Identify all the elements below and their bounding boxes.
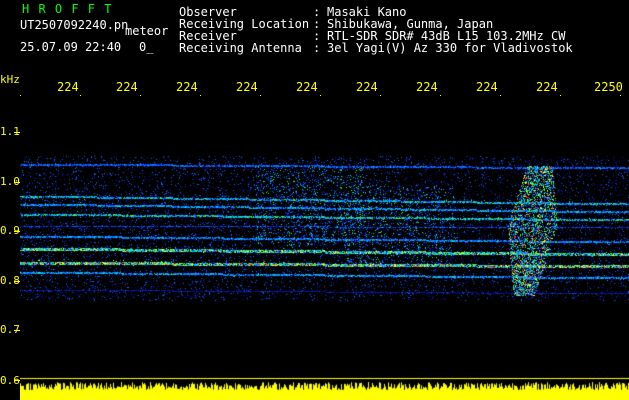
y-unit-label: kHz	[0, 73, 20, 86]
datetime-label: 25.07.09 22:40	[20, 40, 122, 54]
x-tick-label: 224	[416, 80, 438, 94]
x-tick-label: 224	[296, 80, 318, 94]
x-tick-label: 224	[176, 80, 198, 94]
status-marker: 0_	[139, 40, 154, 54]
app-logo: H R O F F T	[22, 2, 113, 16]
x-tick-label: 224	[236, 80, 258, 94]
antenna-sep: :	[313, 41, 321, 55]
x-tick-label: 224	[356, 80, 378, 94]
x-tick-label: 224	[476, 80, 498, 94]
filename-label: UT2507092240.pn	[20, 18, 129, 32]
x-tick-label: 2250	[594, 80, 623, 94]
x-tick-label: 224	[536, 80, 558, 94]
observation-type-label: meteor	[125, 24, 169, 38]
antenna-value: 3el Yagi(V) Az 330 for Vladivostok	[327, 41, 573, 55]
antenna-label: Receiving Antenna	[179, 41, 302, 55]
spectrogram-canvas[interactable]	[20, 96, 629, 400]
x-tick-label: 224	[57, 80, 79, 94]
x-tick-label: 224	[116, 80, 138, 94]
